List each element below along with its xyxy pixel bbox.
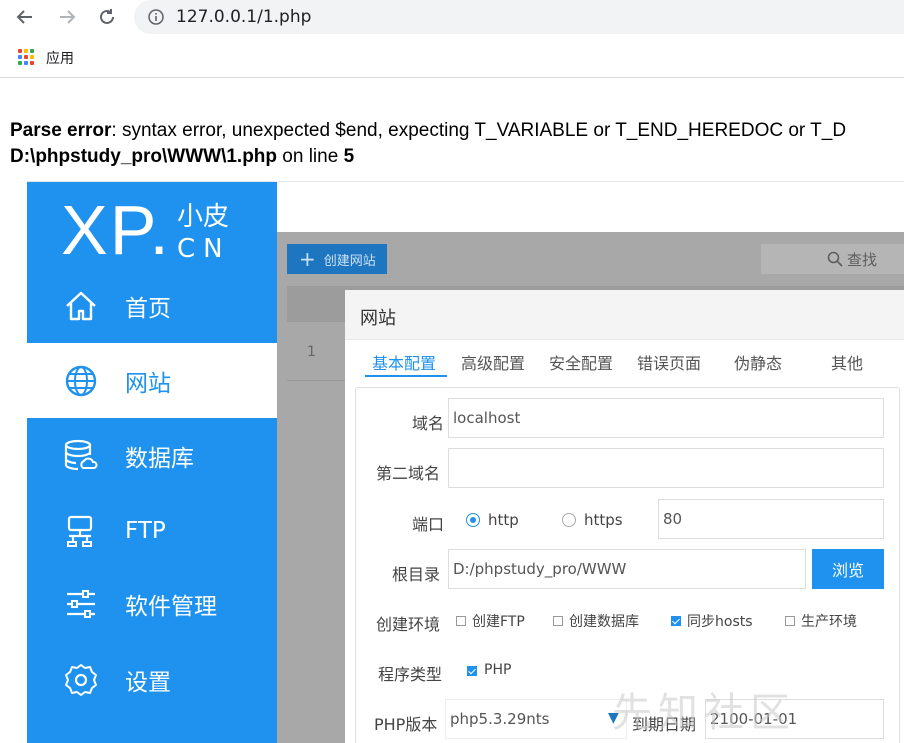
sync-hosts-checkbox[interactable] — [671, 616, 681, 626]
reload-button[interactable] — [94, 4, 120, 30]
forward-button[interactable] — [54, 4, 80, 30]
table-row-number: 1 — [307, 344, 316, 360]
create-database-label: 创建数据库 — [569, 614, 639, 630]
sync-hosts-label: 同步hosts — [687, 614, 753, 630]
globe-icon — [61, 361, 101, 401]
sidebar-item-label: 设置 — [125, 669, 171, 696]
https-radio[interactable] — [562, 513, 576, 527]
search-icon — [827, 251, 843, 267]
program-type-label: 程序类型 — [378, 665, 443, 684]
domain-value: localhost — [453, 409, 521, 427]
active-tab-indicator — [365, 375, 447, 377]
website-modal: 网站 基本配置 高级配置 安全配置 错误页面 伪静态 其他 域名 localho… — [345, 290, 904, 743]
tab-security-config[interactable]: 安全配置 — [549, 350, 613, 374]
search-input[interactable]: 查找 — [761, 244, 904, 274]
sidebar-item-website[interactable]: 网站 — [27, 343, 277, 418]
back-button[interactable] — [12, 4, 38, 30]
sidebar-item-label: 首页 — [125, 295, 171, 322]
php-label: PHP — [484, 662, 512, 678]
create-website-button[interactable]: + 创建网站 — [287, 244, 387, 274]
ftp-icon — [61, 511, 101, 551]
tab-advanced-config[interactable]: 高级配置 — [461, 350, 525, 374]
gear-icon — [61, 660, 101, 700]
second-domain-input[interactable] — [448, 448, 884, 488]
plus-icon: + — [299, 247, 316, 271]
tab-basic-config[interactable]: 基本配置 — [372, 350, 436, 374]
modal-header: 网站 — [345, 290, 904, 340]
sidebar-item-software[interactable]: 软件管理 — [27, 566, 277, 641]
database-icon — [61, 436, 101, 476]
watermark: 先知社区 — [612, 690, 796, 736]
sidebar-item-label: 数据库 — [125, 445, 194, 472]
php-version-label: PHP版本 — [374, 715, 438, 734]
tab-error-pages[interactable]: 错误页面 — [637, 350, 701, 374]
home-icon — [61, 286, 101, 326]
error-on-line: on line — [277, 146, 344, 167]
browse-button[interactable]: 浏览 — [812, 549, 884, 589]
info-icon[interactable] — [148, 9, 164, 25]
logo-brand: XP. — [61, 191, 171, 269]
create-env-label: 创建环境 — [376, 615, 441, 634]
apps-grid-icon[interactable] — [18, 49, 34, 65]
php-version-select[interactable]: php5.3.29nts ▼ — [445, 699, 627, 739]
create-website-label: 创建网站 — [323, 253, 376, 269]
create-ftp-label: 创建FTP — [472, 614, 525, 630]
url-text: 127.0.0.1/1.php — [176, 7, 312, 27]
sidebar: XP. 小皮 CN 首页 网站 数据库 FTP 软件管理 设置 — [27, 182, 277, 743]
create-database-checkbox[interactable] — [553, 616, 563, 626]
production-env-checkbox[interactable] — [785, 616, 795, 626]
https-label: https — [584, 511, 623, 529]
address-bar[interactable]: 127.0.0.1/1.php — [134, 0, 904, 34]
browse-label: 浏览 — [831, 561, 864, 580]
http-label: http — [488, 511, 519, 529]
bookmark-apps[interactable]: 应用 — [46, 48, 74, 68]
create-ftp-checkbox[interactable] — [456, 616, 466, 626]
browser-toolbar: 127.0.0.1/1.php — [0, 0, 904, 34]
tab-other[interactable]: 其他 — [831, 350, 863, 374]
domain-label: 域名 — [412, 414, 445, 433]
root-dir-label: 根目录 — [392, 565, 441, 584]
root-dir-input[interactable]: D:/phpstudy_pro/WWW — [448, 549, 806, 589]
domain-input[interactable]: localhost — [448, 398, 884, 438]
back-arrow-icon — [16, 10, 32, 24]
root-dir-value: D:/phpstudy_pro/WWW — [453, 560, 627, 578]
port-label: 端口 — [412, 515, 445, 534]
error-label: Parse error — [10, 120, 112, 141]
php-checkbox[interactable] — [467, 666, 477, 676]
port-input[interactable]: 80 — [658, 499, 884, 539]
error-file: D:\phpstudy_pro\WWW\1.php — [10, 146, 278, 167]
sidebar-item-ftp[interactable]: FTP — [27, 493, 277, 568]
http-radio[interactable] — [466, 513, 480, 527]
production-env-label: 生产环境 — [801, 614, 857, 630]
parse-error-message: Parse error: syntax error, unexpected $e… — [10, 118, 904, 170]
sidebar-item-database[interactable]: 数据库 — [27, 418, 277, 493]
error-line-number: 5 — [343, 146, 355, 167]
second-domain-label: 第二域名 — [376, 464, 441, 483]
logo-cn-line1: 小皮 — [177, 202, 230, 232]
reload-icon — [100, 9, 114, 24]
sidebar-item-label: 网站 — [125, 370, 171, 397]
bookmarks-bar: 应用 — [0, 40, 904, 78]
modal-title: 网站 — [360, 308, 396, 329]
phpstudy-app: XP. 小皮 CN 首页 网站 数据库 FTP 软件管理 设置 + 创建网站 查… — [27, 181, 904, 743]
sidebar-item-label: 软件管理 — [125, 593, 217, 620]
logo-cn-line2: CN — [177, 234, 231, 264]
sliders-icon — [61, 584, 101, 624]
error-text: : syntax error, unexpected $end, expecti… — [111, 120, 847, 141]
forward-arrow-icon — [60, 10, 76, 24]
search-placeholder: 查找 — [847, 250, 878, 269]
sidebar-item-settings[interactable]: 设置 — [27, 642, 277, 717]
port-value: 80 — [663, 510, 683, 528]
php-version-value: php5.3.29nts — [450, 710, 550, 728]
logo: XP. 小皮 CN — [61, 190, 229, 270]
table-row-divider — [287, 380, 347, 381]
tab-rewrite[interactable]: 伪静态 — [734, 350, 782, 374]
sidebar-item-label: FTP — [125, 517, 166, 544]
sidebar-item-home[interactable]: 首页 — [27, 268, 277, 343]
main-content: + 创建网站 查找 1 网站 基本配置 高级配置 安全配置 错误页面 伪静态 其… — [277, 182, 904, 743]
